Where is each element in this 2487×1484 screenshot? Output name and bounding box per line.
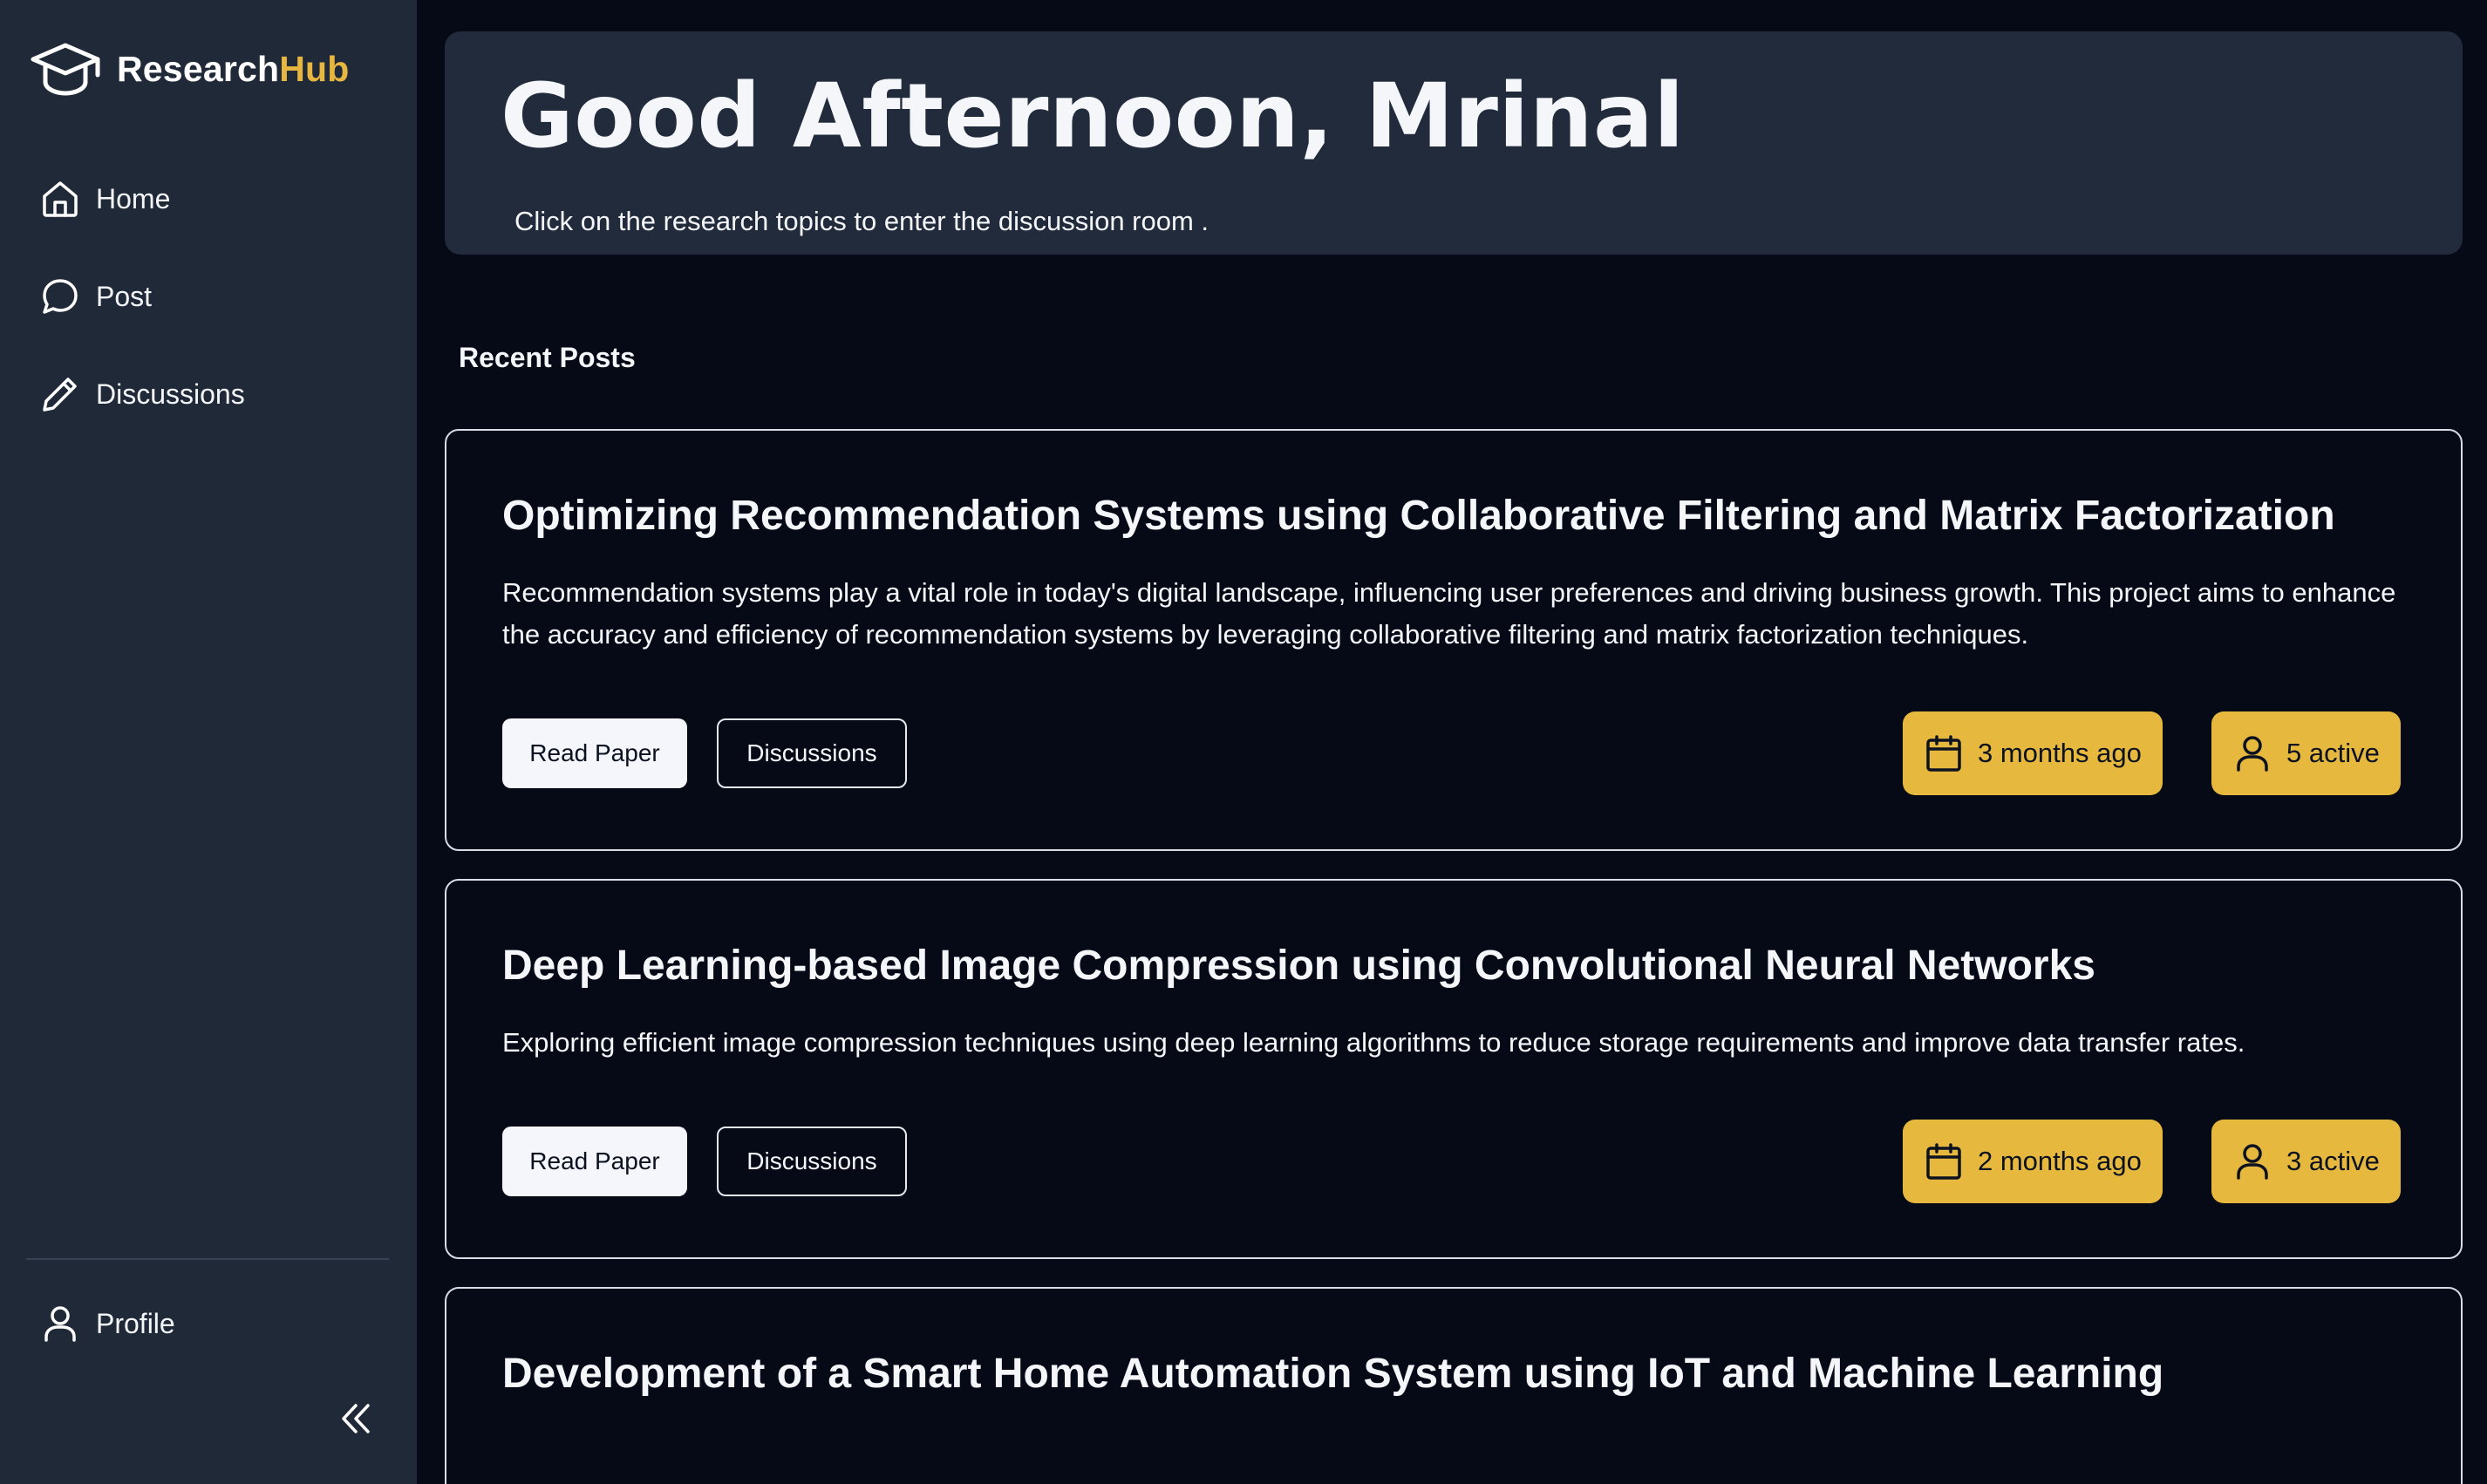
recent-posts-heading: Recent Posts xyxy=(459,342,636,373)
post-description: Recommendation systems play a vital role… xyxy=(502,577,2396,650)
sidebar-item-label: Post xyxy=(96,280,153,312)
user-icon xyxy=(2232,733,2272,773)
post-title[interactable]: Optimizing Recommendation Systems using … xyxy=(502,492,2335,540)
user-icon xyxy=(2232,1141,2272,1181)
post-title[interactable]: Development of a Smart Home Automation S… xyxy=(502,1350,2163,1398)
brand-name: ResearchHub xyxy=(117,49,350,90)
discussions-button[interactable]: Discussions xyxy=(717,1127,907,1196)
sidebar-divider xyxy=(26,1258,389,1260)
sidebar-item-label: Discussions xyxy=(96,378,245,410)
post-card[interactable]: Development of a Smart Home Automation S… xyxy=(445,1287,2463,1484)
home-icon xyxy=(40,179,80,219)
active-count: 3 active xyxy=(2286,1146,2380,1176)
posted-time: 2 months ago xyxy=(1978,1146,2142,1176)
post-title[interactable]: Deep Learning-based Image Compression us… xyxy=(502,942,2095,990)
sidebar-item-home[interactable]: Home xyxy=(40,174,170,223)
greeting-subtitle: Click on the research topics to enter th… xyxy=(514,206,1209,236)
sidebar-item-profile[interactable]: Profile xyxy=(40,1299,175,1348)
app-root: ResearchHub Home Post Discussions Profil… xyxy=(0,0,2487,1484)
posted-time-badge: 2 months ago xyxy=(1903,1120,2163,1203)
pencil-icon xyxy=(40,374,80,414)
brand-logo[interactable]: ResearchHub xyxy=(30,40,350,98)
read-paper-button[interactable]: Read Paper xyxy=(502,1127,687,1196)
sidebar-item-label: Profile xyxy=(96,1307,175,1339)
post-description: Exploring efficient image compression te… xyxy=(502,1027,2245,1058)
brand-name-part2: Hub xyxy=(279,48,350,89)
read-paper-button[interactable]: Read Paper xyxy=(502,718,687,788)
sidebar: ResearchHub Home Post Discussions Profil… xyxy=(0,0,417,1484)
post-card[interactable]: Deep Learning-based Image Compression us… xyxy=(445,879,2463,1259)
user-icon xyxy=(40,1304,80,1344)
post-card[interactable]: Optimizing Recommendation Systems using … xyxy=(445,429,2463,851)
greeting-banner: Good Afternoon, Mrinal Click on the rese… xyxy=(445,31,2463,255)
active-users-badge: 3 active xyxy=(2211,1120,2401,1203)
calendar-icon xyxy=(1924,1141,1964,1181)
page-title: Good Afternoon, Mrinal xyxy=(501,65,1685,168)
chevrons-left-icon xyxy=(342,1404,370,1433)
posted-time-badge: 3 months ago xyxy=(1903,711,2163,795)
brand-name-part1: Research xyxy=(117,48,280,89)
sidebar-item-discussions[interactable]: Discussions xyxy=(40,370,245,419)
sidebar-item-label: Home xyxy=(96,182,171,214)
discussions-button[interactable]: Discussions xyxy=(717,718,907,788)
collapse-sidebar-button[interactable] xyxy=(335,1399,375,1439)
active-users-badge: 5 active xyxy=(2211,711,2401,795)
active-count: 5 active xyxy=(2286,738,2380,768)
message-circle-icon xyxy=(40,276,80,317)
posted-time: 3 months ago xyxy=(1978,738,2142,768)
sidebar-item-post[interactable]: Post xyxy=(40,272,152,321)
calendar-icon xyxy=(1924,733,1964,773)
graduation-cap-icon xyxy=(30,40,101,98)
